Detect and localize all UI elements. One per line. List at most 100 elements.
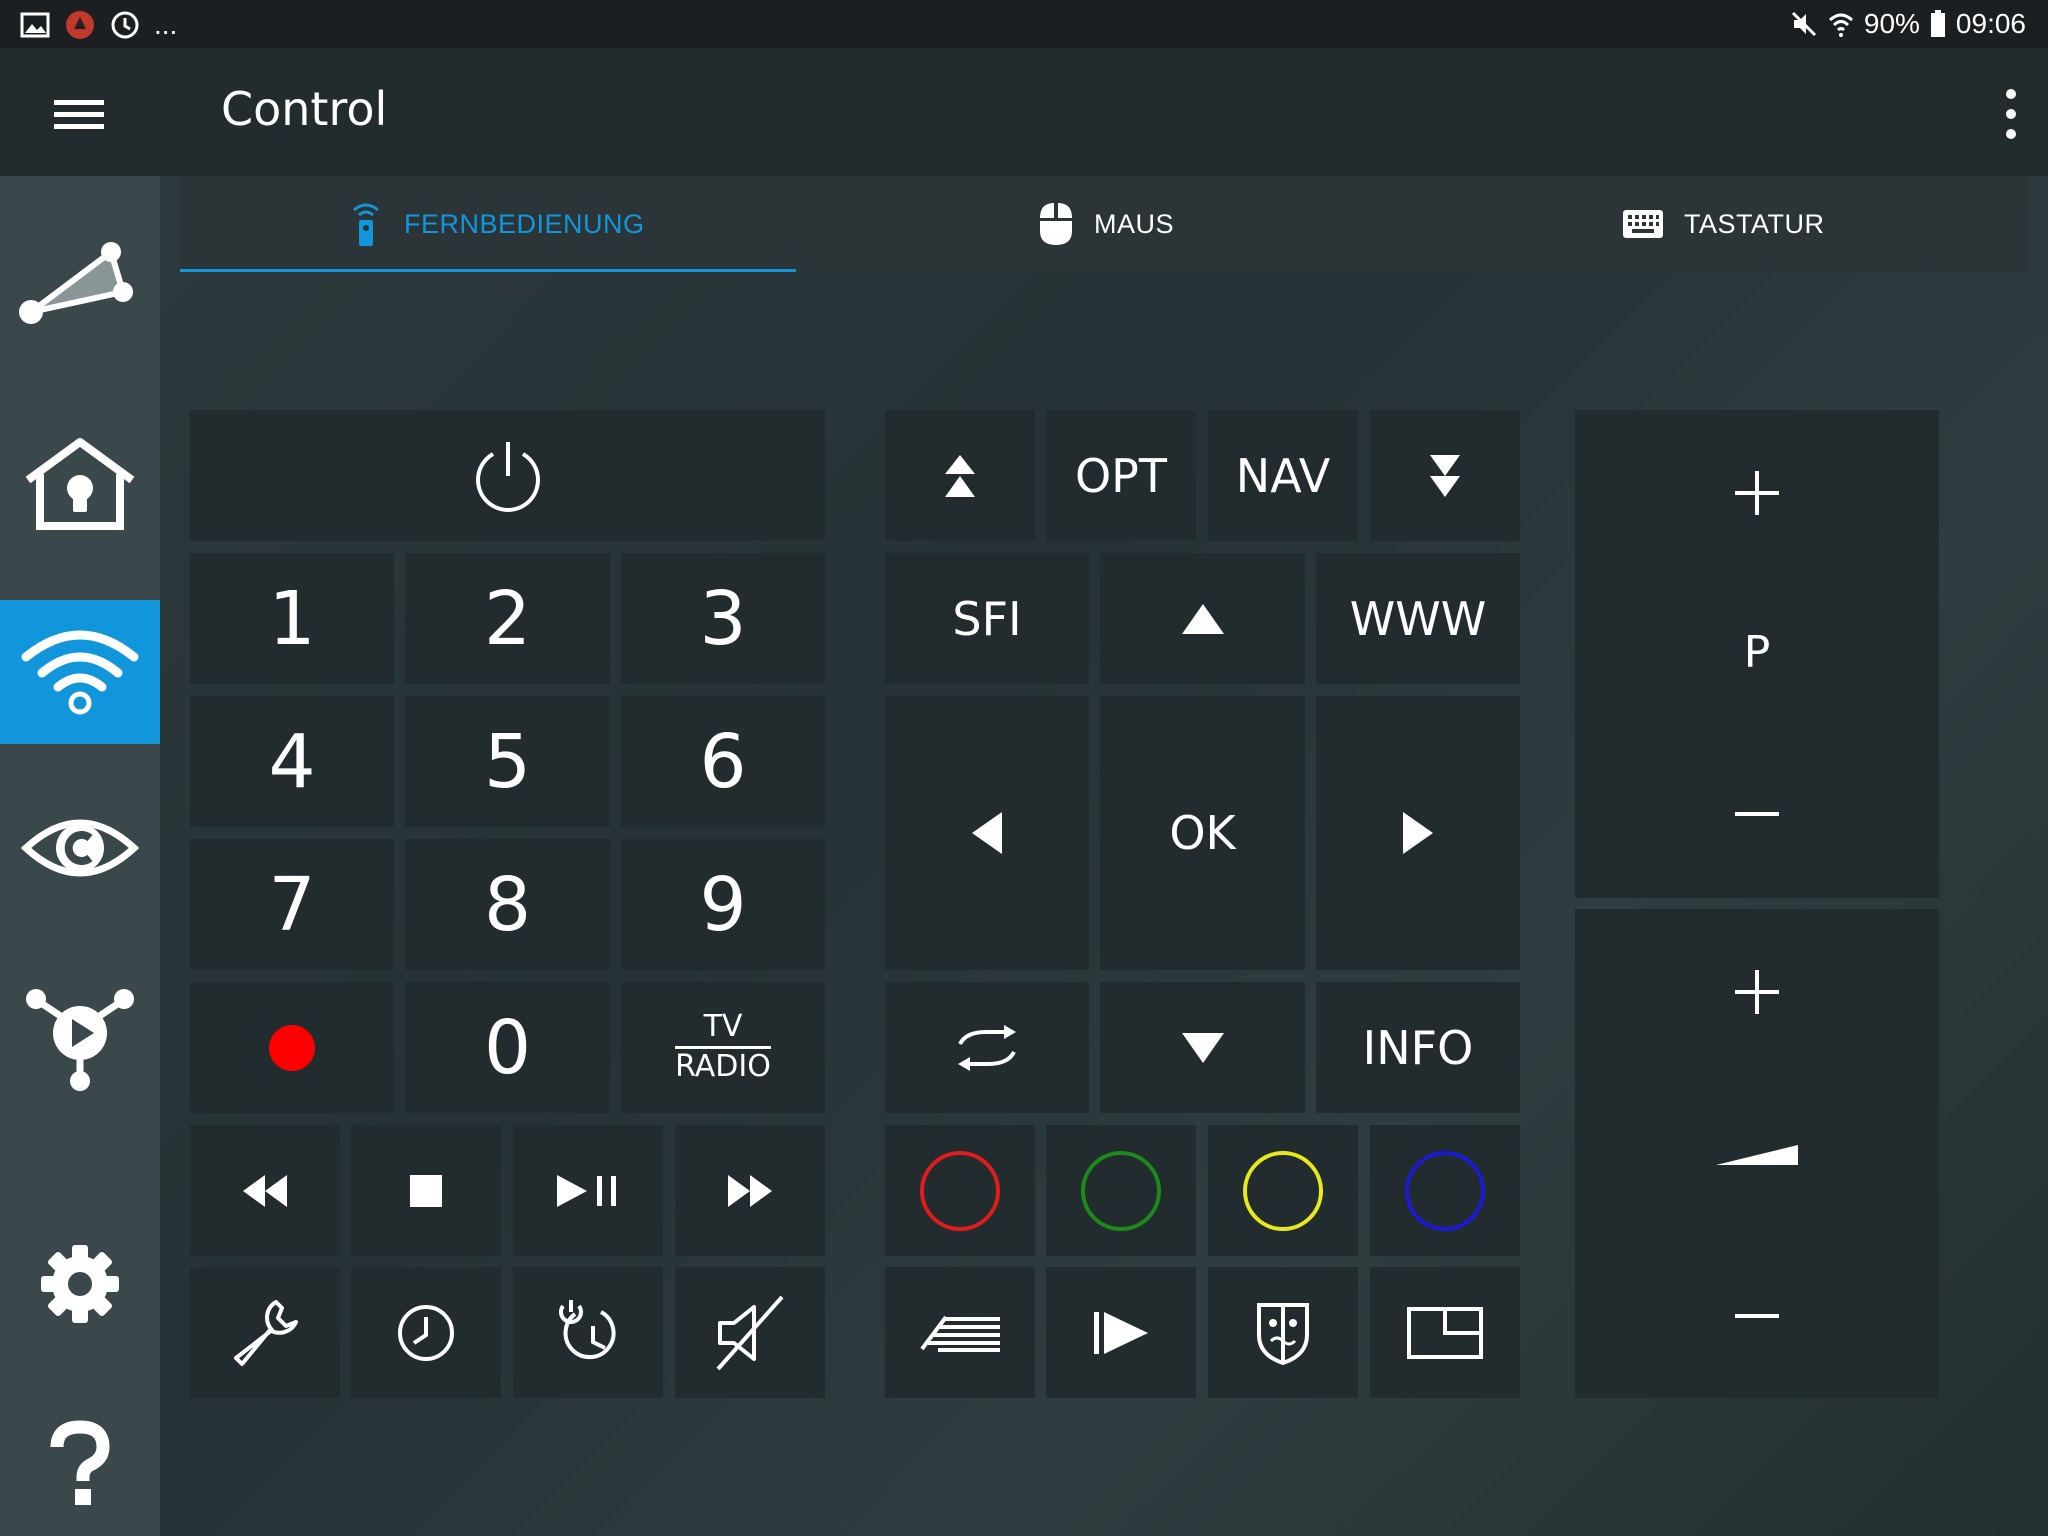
plus-icon: [1735, 969, 1779, 1014]
clock: 09:06: [1955, 8, 2026, 39]
nav-button[interactable]: NAV: [1208, 410, 1358, 541]
left-button[interactable]: [885, 696, 1089, 970]
digit-label: 1: [268, 575, 316, 662]
mute-button[interactable]: [675, 1267, 825, 1398]
double-down-icon: [1430, 454, 1460, 497]
network-icon: [19, 242, 133, 324]
stop-icon: [410, 1174, 442, 1207]
sidebar-item-eye[interactable]: [0, 776, 160, 920]
arrow-left-icon: [972, 812, 1002, 854]
battery-percent: 90%: [1863, 8, 1920, 39]
blue-button[interactable]: [1370, 1125, 1520, 1256]
stop-button[interactable]: [351, 1125, 501, 1256]
digit-6-button[interactable]: 6: [621, 696, 825, 827]
digit-7-button[interactable]: 7: [190, 839, 394, 970]
tab-label: FERNBEDIENUNG: [404, 208, 645, 239]
www-button[interactable]: WWW: [1316, 553, 1520, 684]
yellow-button[interactable]: [1208, 1125, 1358, 1256]
digit-label: 8: [483, 861, 532, 948]
digit-label: 5: [483, 718, 532, 805]
teletext-icon: [920, 1315, 1000, 1352]
swap-button[interactable]: [885, 982, 1089, 1113]
record-icon: [269, 1024, 315, 1071]
tab-tastatur[interactable]: TASTATUR: [1622, 176, 1825, 272]
channel-rocker: P: [1575, 410, 1939, 898]
rewind-button[interactable]: [190, 1125, 340, 1256]
digit-label: 2: [483, 575, 532, 662]
page-down-button[interactable]: [1370, 410, 1520, 541]
media-share-icon: [26, 989, 134, 1091]
tools-button[interactable]: [190, 1267, 340, 1398]
overflow-menu-button[interactable]: [2000, 84, 2022, 144]
digit-label: 3: [699, 575, 747, 662]
play-step-button[interactable]: [1046, 1267, 1196, 1398]
mouse-icon: [1040, 203, 1072, 245]
digit-8-button[interactable]: 8: [405, 839, 610, 970]
sync-icon: [111, 11, 139, 39]
digit-label: 9: [699, 861, 747, 948]
tv-radio-button[interactable]: TV RADIO: [621, 982, 825, 1113]
info-button[interactable]: INFO: [1316, 982, 1520, 1113]
red-circle-icon: [920, 1150, 1000, 1231]
digit-label: 6: [699, 718, 747, 805]
up-button[interactable]: [1100, 553, 1305, 684]
double-up-icon: [945, 454, 975, 497]
sidebar-item-settings[interactable]: [0, 1212, 160, 1356]
teletext-button[interactable]: [885, 1267, 1035, 1398]
shield-button[interactable]: [1208, 1267, 1358, 1398]
sfi-button[interactable]: SFI: [885, 553, 1089, 684]
digit-4-button[interactable]: 4: [190, 696, 394, 827]
opt-label: OPT: [1074, 448, 1168, 503]
play-pause-button[interactable]: [513, 1125, 663, 1256]
opt-button[interactable]: OPT: [1046, 410, 1196, 541]
power-button[interactable]: [190, 410, 825, 541]
tab-label: MAUS: [1094, 208, 1175, 239]
sidebar-item-smart-home[interactable]: [0, 412, 160, 556]
status-bar: ... 90% 09:06: [0, 0, 2048, 48]
green-button[interactable]: [1046, 1125, 1196, 1256]
volume-down-button[interactable]: [1575, 1234, 1939, 1398]
digit-5-button[interactable]: 5: [405, 696, 610, 827]
wifi-icon: [1828, 13, 1853, 37]
hamburger-icon: [54, 100, 104, 129]
digit-0-button[interactable]: 0: [405, 982, 610, 1113]
sleep-timer-button[interactable]: [513, 1267, 663, 1398]
digit-2-button[interactable]: 2: [405, 553, 610, 684]
digit-9-button[interactable]: 9: [621, 839, 825, 970]
red-button[interactable]: [885, 1125, 1035, 1256]
digit-1-button[interactable]: 1: [190, 553, 394, 684]
keyboard-icon: [1623, 210, 1663, 238]
fast-forward-button[interactable]: [675, 1125, 825, 1256]
menu-button[interactable]: [40, 82, 118, 146]
arrow-up-icon: [1181, 603, 1224, 634]
sidebar-item-media-share[interactable]: [0, 966, 160, 1110]
tab-fernbedienung[interactable]: FERNBEDIENUNG: [348, 176, 645, 272]
arrow-right-icon: [1403, 812, 1433, 854]
sidebar-item-remote-control[interactable]: [0, 600, 160, 744]
volume-wedge-icon: [1716, 1145, 1798, 1165]
digit-3-button[interactable]: 3: [621, 553, 825, 684]
www-label: WWW: [1349, 591, 1487, 646]
tab-maus[interactable]: MAUS: [1038, 176, 1174, 272]
radio-label: RADIO: [675, 1048, 771, 1084]
more-vert-icon: [2006, 89, 2016, 139]
tv-label: TV: [675, 1010, 771, 1049]
channel-letter: P: [1743, 627, 1771, 678]
down-button[interactable]: [1100, 982, 1305, 1113]
swap-icon: [958, 1024, 1016, 1071]
right-button[interactable]: [1316, 696, 1520, 970]
record-button[interactable]: [190, 982, 394, 1113]
more-notifications: ...: [154, 9, 178, 40]
sidebar-item-network[interactable]: [0, 212, 160, 356]
channel-down-button[interactable]: [1575, 730, 1939, 898]
page-up-button[interactable]: [885, 410, 1035, 541]
sidebar-item-help[interactable]: [0, 1392, 160, 1536]
channel-up-button[interactable]: [1575, 410, 1939, 575]
pip-button[interactable]: [1370, 1267, 1520, 1398]
page-title: Control: [221, 82, 388, 136]
minus-icon: [1735, 812, 1779, 816]
timer-button[interactable]: [351, 1267, 501, 1398]
mute-icon: [1791, 11, 1816, 37]
volume-up-button[interactable]: [1575, 909, 1939, 1074]
ok-button[interactable]: OK: [1100, 696, 1305, 970]
